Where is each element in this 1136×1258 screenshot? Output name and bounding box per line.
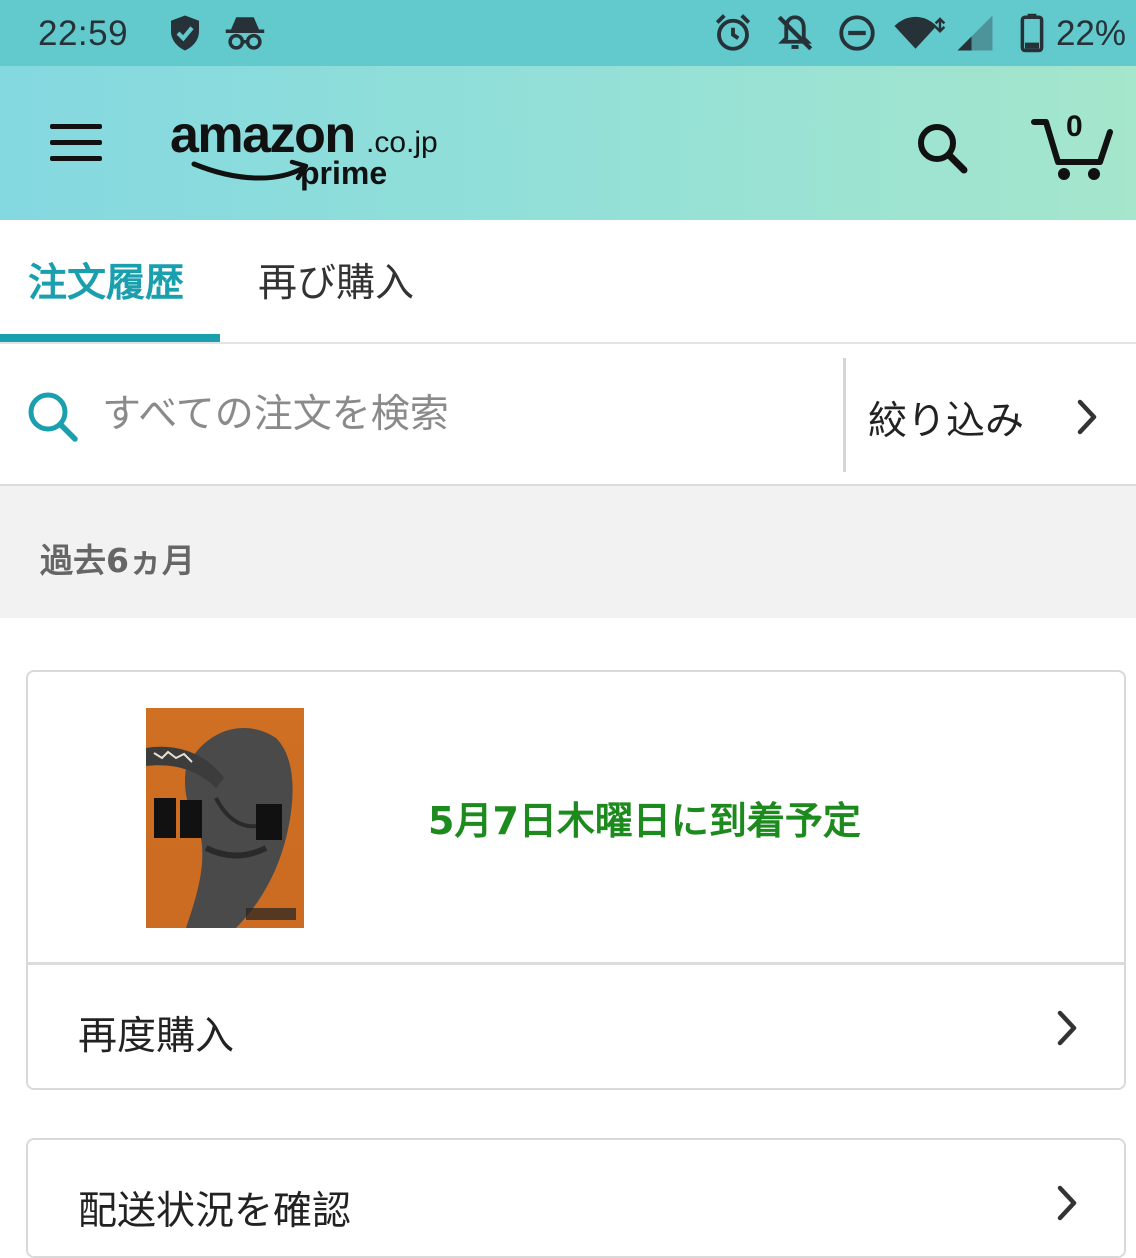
chevron-right-icon — [1052, 1184, 1082, 1226]
order-tabs: 注文履歴 再び購入 — [0, 220, 1136, 344]
order-search-input[interactable] — [100, 382, 834, 446]
cart-icon[interactable]: 0 — [1028, 106, 1118, 186]
alarm-icon — [712, 12, 754, 58]
time-range-header: 過去6ヵ月 — [0, 486, 1136, 618]
chevron-right-icon — [1072, 398, 1102, 440]
chevron-right-icon — [1052, 1009, 1082, 1051]
order-card: 5月7日木曜日に到着予定 再度購入 — [26, 670, 1126, 1090]
book-cover-image[interactable] — [146, 708, 304, 928]
search-icon — [24, 388, 82, 446]
buy-again-label: 再度購入 — [78, 1014, 235, 1059]
filter-button[interactable]: 絞り込み — [846, 344, 1136, 484]
battery-icon — [1018, 12, 1046, 58]
tab-order-history[interactable]: 注文履歴 — [28, 252, 184, 308]
battery-percent: 22% — [1055, 14, 1126, 53]
svg-text:prime: prime — [300, 155, 387, 191]
status-time: 22:59 — [38, 14, 129, 53]
buy-again-button[interactable]: 再度購入 — [28, 965, 1124, 1090]
track-package-label: 配送状況を確認 — [78, 1189, 352, 1234]
shield-check-icon — [164, 12, 206, 58]
bell-off-icon — [774, 12, 816, 58]
filter-label: 絞り込み — [868, 399, 1025, 444]
app-bar: amazon .co.jp prime 0 — [0, 66, 1136, 220]
status-bar: 22:59 22% — [0, 0, 1136, 66]
do-not-disturb-icon — [836, 12, 878, 58]
active-tab-indicator — [0, 334, 220, 342]
amazon-prime-logo[interactable]: amazon .co.jp prime — [168, 102, 458, 192]
track-package-card[interactable]: 配送状況を確認 — [26, 1138, 1126, 1258]
order-product-row[interactable]: 5月7日木曜日に到着予定 — [28, 672, 1124, 964]
cart-count: 0 — [1066, 110, 1083, 143]
hamburger-menu-icon[interactable] — [50, 120, 106, 164]
incognito-icon — [222, 12, 268, 58]
time-range-title: 過去6ヵ月 — [40, 541, 195, 580]
signal-icon — [952, 12, 998, 58]
search-icon[interactable] — [912, 118, 972, 178]
tab-buy-again[interactable]: 再び購入 — [258, 252, 414, 308]
wifi-icon — [892, 12, 946, 58]
delivery-status: 5月7日木曜日に到着予定 — [428, 799, 861, 843]
order-search-bar: 絞り込み — [0, 344, 1136, 486]
